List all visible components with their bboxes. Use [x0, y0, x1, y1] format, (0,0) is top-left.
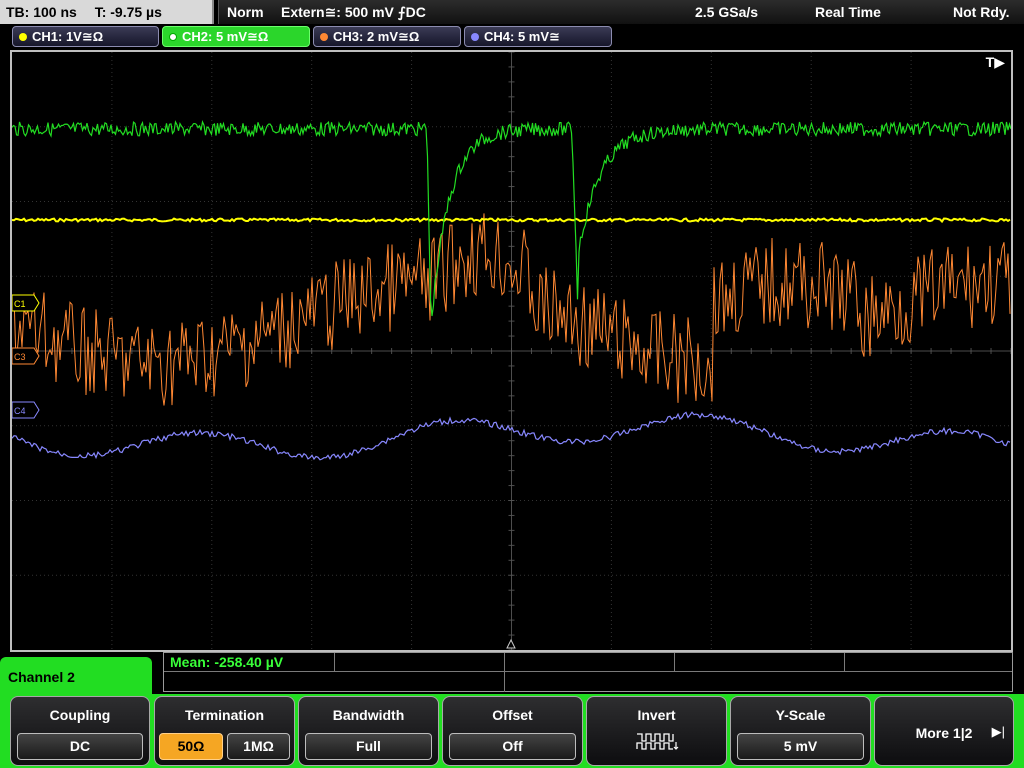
termination-1mohm-button[interactable]: 1MΩ [227, 733, 290, 760]
panel-title: Channel 2 [0, 657, 152, 697]
meas-divider [674, 653, 675, 672]
yscale-label: Y-Scale [775, 707, 826, 723]
meas-divider [504, 653, 505, 672]
termination-softkey[interactable]: Termination 50Ω 1MΩ [154, 696, 295, 766]
more-softkey[interactable]: More 1|2 ▶| [874, 696, 1014, 766]
timebase-box[interactable]: TB: 100 ns T: -9.75 µs [0, 0, 214, 24]
ch3-label: CH3: 2 mV≅Ω [333, 29, 420, 44]
ch3-dot-icon [320, 33, 328, 41]
meas-divider [844, 653, 845, 672]
grid-lines [12, 52, 1011, 650]
channel-tabs: CH1: 1V≅Ω CH2: 5 mV≅Ω CH3: 2 mV≅Ω CH4: 5… [0, 26, 1024, 48]
termination-label: Termination [184, 707, 265, 723]
waveform-display[interactable]: C1 C3 C4 T▶ [10, 50, 1013, 652]
trigger-arrow-icon: T▶ [985, 54, 1005, 70]
trigger-source: Extern≅: 500 mV ⨍DC [281, 4, 426, 20]
trigger-time-readout: T: -9.75 µs [94, 4, 162, 20]
bandwidth-value-button[interactable]: Full [305, 733, 432, 760]
offset-softkey[interactable]: Offset Off [442, 696, 583, 766]
mean-measurement: Mean: -258.40 µV [170, 654, 284, 670]
invert-wave-icon [636, 733, 679, 750]
coupling-label: Coupling [49, 707, 111, 723]
termination-50ohm-button[interactable]: 50Ω [159, 733, 223, 760]
coupling-softkey[interactable]: Coupling DC [10, 696, 150, 766]
ch3-marker-label: C3 [14, 352, 26, 362]
tab-ch4[interactable]: CH4: 5 mV≅ [464, 26, 612, 47]
invert-softkey[interactable]: Invert [586, 696, 727, 766]
acquisition-status-strip[interactable]: Norm Extern≅: 500 mV ⨍DC 2.5 GSa/s Real … [218, 0, 1024, 24]
ch4-dot-icon [471, 33, 479, 41]
ch1-dot-icon [19, 33, 27, 41]
acquisition-mode: Real Time [815, 4, 881, 20]
ch1-label: CH1: 1V≅Ω [32, 29, 104, 44]
offset-value-button[interactable]: Off [449, 733, 576, 760]
trigger-position-marker [506, 638, 516, 649]
ch1-marker-label: C1 [14, 299, 26, 309]
meas-divider [504, 672, 505, 692]
offset-label: Offset [492, 707, 533, 723]
bandwidth-softkey[interactable]: Bandwidth Full [298, 696, 439, 766]
ch4-marker-label: C4 [14, 406, 26, 416]
ch1-level-marker[interactable]: C1 [12, 294, 40, 312]
meas-divider [334, 653, 335, 672]
trigger-mode: Norm [227, 4, 264, 20]
invert-label: Invert [637, 707, 676, 723]
status-bar: TB: 100 ns T: -9.75 µs Norm Extern≅: 500… [0, 0, 1024, 24]
tab-ch2[interactable]: CH2: 5 mV≅Ω [162, 26, 310, 47]
ch2-dot-icon [169, 33, 177, 41]
ch3-level-marker[interactable]: C3 [12, 347, 40, 365]
ch4-label: CH4: 5 mV≅ [484, 29, 560, 44]
bandwidth-label: Bandwidth [332, 707, 405, 723]
timebase-readout: TB: 100 ns [6, 4, 77, 20]
ch2-label: CH2: 5 mV≅Ω [182, 29, 269, 44]
next-page-icon: ▶| [991, 724, 1005, 739]
yscale-value-button[interactable]: 5 mV [737, 733, 864, 760]
run-status: Not Rdy. [953, 4, 1010, 20]
graticule: C1 C3 C4 [12, 52, 1011, 650]
ch4-level-marker[interactable]: C4 [12, 401, 40, 419]
coupling-value-button[interactable]: DC [17, 733, 143, 760]
sample-rate: 2.5 GSa/s [695, 4, 759, 20]
softkey-menu: Coupling DC Termination 50Ω 1MΩ Bandwidt… [0, 694, 1024, 768]
yscale-softkey[interactable]: Y-Scale 5 mV [730, 696, 871, 766]
tab-ch1[interactable]: CH1: 1V≅Ω [12, 26, 159, 47]
tab-ch3[interactable]: CH3: 2 mV≅Ω [313, 26, 461, 47]
measurement-bar: Mean: -258.40 µV [163, 652, 1013, 692]
